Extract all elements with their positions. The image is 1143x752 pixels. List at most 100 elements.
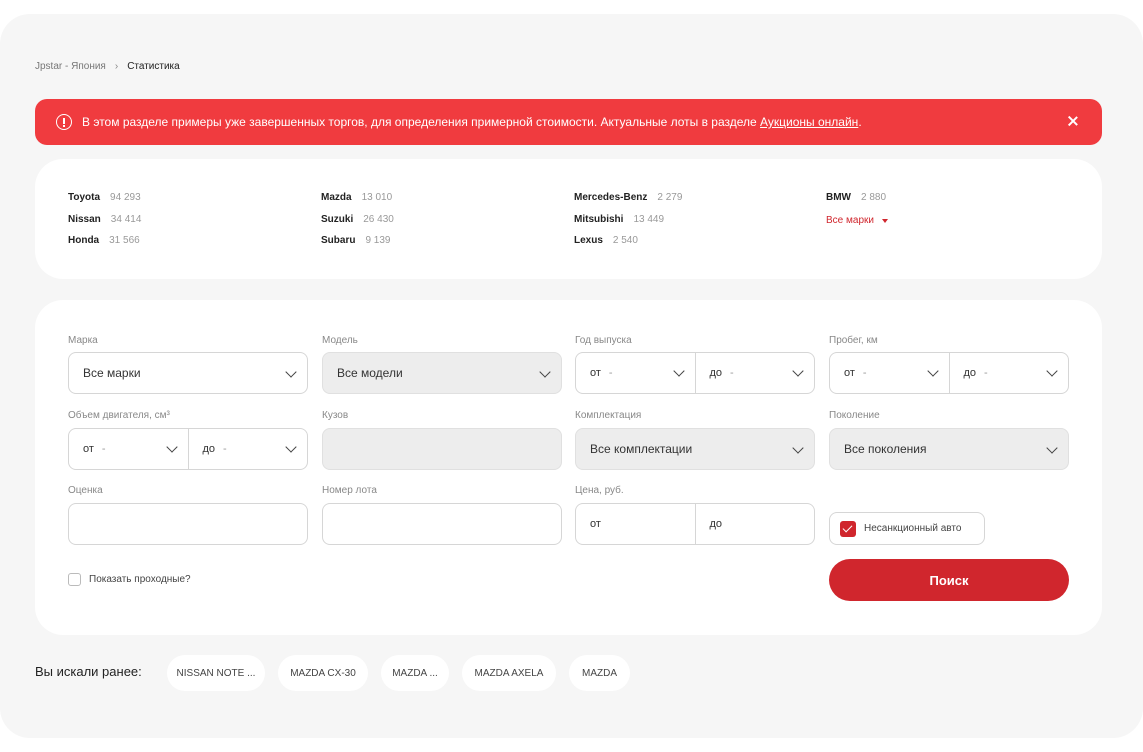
brand-count: 2 880 [861, 192, 887, 203]
grade-label: Оценка [68, 485, 103, 496]
brand-item[interactable]: Subaru 9 139 [321, 235, 390, 246]
history-chip[interactable]: MAZDA [569, 655, 630, 691]
close-icon[interactable] [1066, 114, 1080, 128]
year-from-label: от [590, 367, 601, 379]
body-field[interactable] [322, 428, 562, 470]
mileage-from-label: от [844, 367, 855, 379]
breadcrumb-home-link[interactable]: Jpstar - Япония [35, 61, 106, 72]
brand-name: Lexus [574, 235, 603, 246]
chevron-down-icon [165, 441, 178, 453]
brand-count: 2 540 [612, 235, 638, 246]
breadcrumb-separator: › [114, 61, 119, 72]
alert-tail: . [858, 115, 862, 129]
mileage-from-select[interactable]: от - [830, 353, 949, 393]
brand-item[interactable]: Toyota 94 293 [68, 192, 141, 203]
show-passing-label: Показать проходные? [89, 574, 191, 585]
history-chip[interactable]: MAZDA CX-30 [278, 655, 368, 691]
brand-count: 2 279 [657, 192, 683, 203]
year-range: от - до - [575, 352, 815, 394]
search-history-label: Вы искали ранее: [35, 664, 142, 679]
brand-name: Toyota [68, 192, 101, 203]
engine-from-select[interactable]: от - [69, 429, 188, 469]
brand-item[interactable]: Suzuki 26 430 [321, 214, 394, 225]
engine-to-label: до [202, 443, 216, 455]
brand-count: 31 566 [109, 235, 140, 246]
chevron-down-icon [285, 366, 297, 378]
year-from-select[interactable]: от - [576, 353, 695, 393]
mileage-to-label: до [963, 367, 977, 379]
brand-name: Mazda [321, 192, 352, 203]
brand-item[interactable]: BMW 2 880 [826, 192, 886, 203]
brand-item[interactable]: Mitsubishi 13 449 [574, 214, 664, 225]
brand-name: Suzuki [321, 214, 354, 225]
brand-item[interactable]: Lexus 2 540 [574, 235, 638, 246]
mileage-to-value: - [984, 367, 988, 379]
brand-count: 13 010 [361, 192, 393, 203]
model-select[interactable]: Все модели [322, 352, 562, 394]
chevron-down-icon [539, 366, 551, 378]
breadcrumb-current: Статистика [127, 61, 180, 72]
lot-label: Номер лота [322, 485, 377, 496]
brand-count: 26 430 [363, 214, 394, 225]
price-from-input[interactable]: от [576, 504, 695, 544]
alert-circle-icon [56, 114, 72, 130]
price-label: Цена, руб. [575, 485, 624, 496]
all-brands-toggle[interactable]: Все марки [826, 215, 888, 226]
chevron-down-icon [1046, 365, 1058, 377]
brand-name: Nissan [68, 214, 101, 225]
price-range: от до [575, 503, 815, 545]
generation-value: Все поколения [844, 442, 927, 456]
history-chip[interactable]: MAZDA AXELA [462, 655, 556, 691]
generation-select[interactable]: Все поколения [829, 428, 1069, 470]
price-to-input[interactable]: до [694, 504, 815, 544]
body-label: Кузов [322, 410, 349, 421]
make-select[interactable]: Все марки [68, 352, 308, 394]
engine-from-label: от [83, 443, 94, 455]
grade-input[interactable] [68, 503, 308, 545]
make-value: Все марки [83, 366, 141, 380]
engine-label: Объем двигателя, см³ [68, 410, 170, 421]
brand-count: 9 139 [365, 235, 391, 246]
brand-item[interactable]: Honda 31 566 [68, 235, 140, 246]
info-alert: В этом разделе примеры уже завершенных т… [35, 99, 1102, 145]
no-sanctions-toggle[interactable]: Несанкционный авто [829, 512, 985, 545]
chevron-down-icon [672, 365, 685, 377]
lot-number-input[interactable] [322, 503, 562, 545]
engine-range: от - до - [68, 428, 308, 470]
brand-name: Mitsubishi [574, 214, 624, 225]
brand-count: 94 293 [110, 192, 141, 203]
show-passing-checkbox[interactable]: Показать проходные? [68, 573, 191, 586]
brand-name: Subaru [321, 235, 356, 246]
trim-value: Все комплектации [590, 442, 693, 456]
auctions-online-link[interactable]: Аукционы онлайн [760, 115, 858, 129]
year-to-select[interactable]: до - [694, 353, 815, 393]
trim-select[interactable]: Все комплектации [575, 428, 815, 470]
brand-name: Honda [68, 235, 100, 246]
chevron-down-icon [792, 365, 804, 377]
mileage-to-select[interactable]: до - [948, 353, 1069, 393]
checkbox-checked-icon [840, 520, 856, 537]
brand-count: 34 414 [110, 214, 142, 225]
search-button[interactable]: Поиск [829, 559, 1069, 601]
brand-item[interactable]: Mazda 13 010 [321, 192, 392, 203]
brand-item[interactable]: Nissan 34 414 [68, 214, 141, 225]
brand-item[interactable]: Mercedes-Benz 2 279 [574, 192, 682, 203]
caret-down-icon [881, 218, 888, 223]
make-label: Марка [68, 335, 98, 346]
engine-to-select[interactable]: до - [187, 429, 308, 469]
breadcrumb: Jpstar - Япония › Статистика [35, 61, 180, 72]
checkbox-icon [68, 573, 81, 586]
price-from-label: от [590, 518, 601, 530]
price-to-label: до [709, 518, 723, 530]
year-label: Год выпуска [575, 335, 632, 346]
chevron-down-icon [285, 441, 297, 453]
history-chip[interactable]: MAZDA ... [381, 655, 449, 691]
year-to-label: до [709, 367, 723, 379]
no-sanctions-label: Несанкционный авто [864, 523, 962, 534]
year-to-value: - [730, 367, 734, 379]
model-label: Модель [322, 335, 358, 346]
brand-stats-card: Toyota 94 293 Nissan 34 414 Honda 31 566 Ma… [35, 159, 1102, 279]
history-chip[interactable]: NISSAN NOTE ... [167, 655, 265, 691]
year-from-value: - [608, 367, 613, 379]
trim-label: Комплектация [575, 410, 642, 421]
